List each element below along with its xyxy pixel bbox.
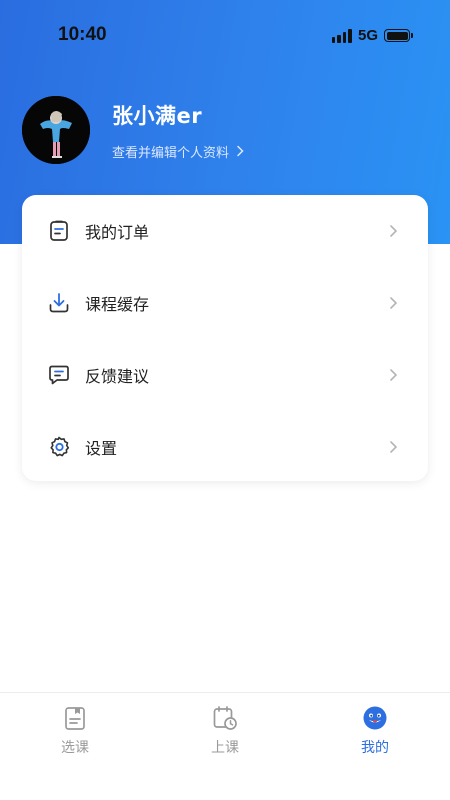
tab-label: 选课 bbox=[61, 740, 89, 756]
feedback-chat-icon bbox=[46, 362, 72, 388]
profile-text: 张小满er 查看并编辑个人资料 bbox=[112, 100, 244, 161]
order-list-icon bbox=[46, 218, 72, 244]
menu-item-course-cache[interactable]: 课程缓存 bbox=[22, 267, 428, 339]
course-book-icon bbox=[65, 707, 85, 730]
chevron-right-icon bbox=[390, 297, 398, 309]
menu-card: 我的订单 课程缓存 反馈建议 设置 bbox=[22, 195, 428, 481]
calendar-clock-icon bbox=[213, 706, 237, 730]
download-icon bbox=[46, 290, 72, 316]
tab-mine[interactable]: 我的 bbox=[300, 693, 450, 783]
avatar[interactable] bbox=[22, 96, 90, 164]
menu-item-label: 课程缓存 bbox=[85, 295, 150, 314]
username: 张小满er bbox=[112, 103, 203, 128]
network-type: 5G bbox=[357, 27, 378, 44]
bottom-tab-bar: 选课 上课 我的 bbox=[0, 692, 450, 800]
battery-icon bbox=[384, 29, 413, 42]
status-time: 10:40 bbox=[58, 24, 107, 45]
gear-icon bbox=[46, 434, 72, 460]
menu-item-label: 设置 bbox=[85, 439, 118, 458]
tab-course-selection[interactable]: 选课 bbox=[0, 693, 150, 783]
chevron-right-icon bbox=[390, 369, 398, 381]
edit-profile-label: 查看并编辑个人资料 bbox=[112, 145, 230, 161]
tab-label: 我的 bbox=[361, 740, 389, 756]
cellular-signal-icon bbox=[331, 28, 352, 43]
profile-section[interactable]: 张小满er 查看并编辑个人资料 bbox=[22, 96, 244, 164]
status-bar: 10:40 5G bbox=[0, 0, 450, 72]
tab-label: 上课 bbox=[211, 740, 239, 756]
status-indicators: 5G bbox=[331, 27, 413, 44]
tab-class[interactable]: 上课 bbox=[150, 693, 300, 783]
edit-profile-link[interactable]: 查看并编辑个人资料 bbox=[112, 142, 244, 161]
mascot-profile-icon bbox=[363, 706, 387, 730]
menu-item-settings[interactable]: 设置 bbox=[22, 411, 428, 483]
chevron-right-icon bbox=[390, 225, 398, 237]
chevron-right-icon bbox=[390, 441, 398, 453]
chevron-right-icon bbox=[237, 145, 244, 157]
menu-item-label: 我的订单 bbox=[85, 223, 150, 242]
menu-item-label: 反馈建议 bbox=[85, 367, 150, 386]
menu-item-orders[interactable]: 我的订单 bbox=[22, 195, 428, 267]
menu-item-feedback[interactable]: 反馈建议 bbox=[22, 339, 428, 411]
